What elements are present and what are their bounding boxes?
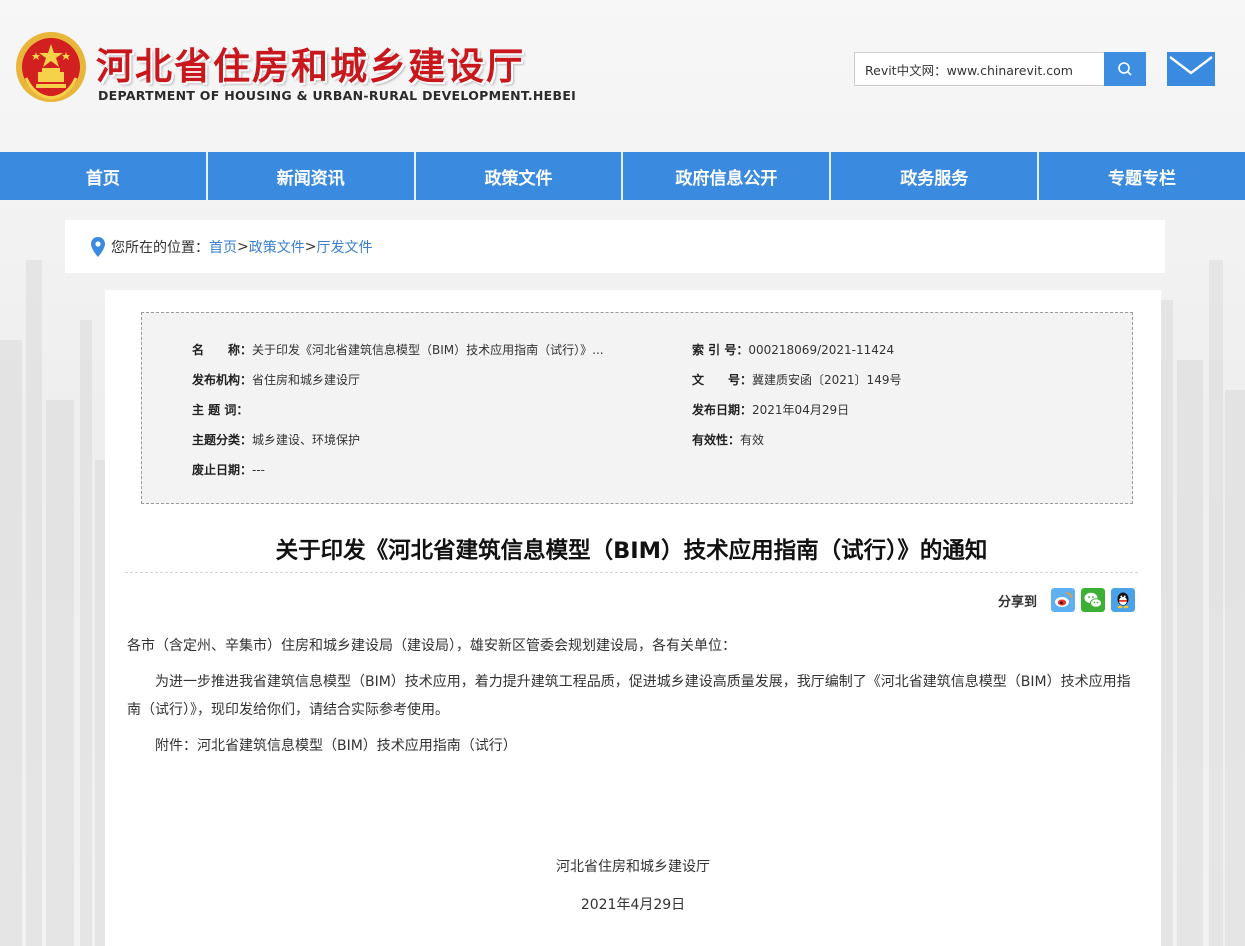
nav-item-home[interactable]: 首页: [0, 152, 208, 200]
signature-date: 2021年4月29日: [580, 897, 686, 913]
meta-index-no: 索 引 号：000218069/2021-11424: [692, 343, 895, 357]
share-bar: 分享到: [998, 588, 1135, 612]
meta-abolish-date: 废止日期：---: [192, 463, 266, 477]
breadcrumb-prefix: 您所在的位置：: [111, 239, 209, 256]
meta-doc-no: 文 号：冀建质安函〔2021〕149号: [692, 373, 902, 387]
meta-issuer: 发布机构：省住房和城乡建设厅: [192, 373, 361, 387]
meta-column-left: 名 称：关于印发《河北省建筑信息模型（BIM）技术应用指南（试行）》... 发布…: [192, 335, 632, 485]
meta-column-right: 索 引 号：000218069/2021-11424 文 号：冀建质安函〔202…: [692, 335, 1112, 455]
meta-category: 主题分类：城乡建设、环境保护: [192, 433, 361, 447]
signature-organization: 河北省住房和城乡建设厅: [556, 859, 710, 875]
article-salutation: 各市（含定州、辛集市）住房和城乡建设局（建设局），雄安新区管委会规划建设局，各有…: [127, 638, 736, 654]
search-button[interactable]: [1104, 52, 1146, 86]
weibo-icon[interactable]: [1051, 588, 1075, 612]
breadcrumb-separator: >: [237, 238, 249, 255]
qq-icon[interactable]: [1111, 588, 1135, 612]
site-title: 河北省住房和城乡建设厅: [96, 45, 525, 88]
title-divider: [125, 572, 1138, 573]
article-paragraph: 为进一步推进我省建筑信息模型（BIM）技术应用，着力提升建筑工程品质，促进城乡建…: [127, 674, 1131, 718]
meta-validity: 有效性：有效: [692, 433, 765, 447]
site-header: 河北省住房和城乡建设厅 DEPARTMENT OF HOUSING & URBA…: [0, 0, 1245, 152]
document-meta-box: 名 称：关于印发《河北省建筑信息模型（BIM）技术应用指南（试行）》... 发布…: [141, 312, 1133, 504]
article-panel: 名 称：关于印发《河北省建筑信息模型（BIM）技术应用指南（试行）》... 发布…: [105, 290, 1161, 946]
nav-item-gov-info[interactable]: 政府信息公开: [623, 152, 832, 200]
emblem-icon: [16, 32, 86, 102]
breadcrumb: 您所在的位置： 首页 > 政策文件 > 厅发文件: [65, 220, 1165, 273]
article-title: 关于印发《河北省建筑信息模型（BIM）技术应用指南（试行）》的通知: [275, 538, 988, 564]
share-label: 分享到: [997, 594, 1037, 610]
meta-publish-date: 发布日期：2021年04月29日: [692, 403, 850, 417]
nav-item-policy[interactable]: 政策文件: [416, 152, 624, 200]
nav-item-topics[interactable]: 专题专栏: [1039, 152, 1245, 200]
search-input[interactable]: [855, 53, 1104, 85]
search-box: [854, 52, 1146, 86]
nav-item-news[interactable]: 新闻资讯: [208, 152, 416, 200]
meta-name: 名 称：关于印发《河北省建筑信息模型（BIM）技术应用指南（试行）》...: [192, 343, 604, 357]
nav-item-services[interactable]: 政务服务: [831, 152, 1040, 200]
background-city-left: [0, 260, 120, 946]
breadcrumb-link-home[interactable]: 首页: [209, 237, 237, 257]
breadcrumb-link-dept-docs[interactable]: 厅发文件: [316, 237, 372, 257]
article-attachment: 附件：河北省建筑信息模型（BIM）技术应用指南（试行）: [155, 738, 517, 754]
breadcrumb-link-policy[interactable]: 政策文件: [249, 237, 305, 257]
meta-keywords: 主 题 词：: [192, 403, 249, 417]
main-nav: 首页 新闻资讯 政策文件 政府信息公开 政务服务 专题专栏: [0, 152, 1245, 200]
breadcrumb-separator: >: [304, 238, 317, 255]
article-body: 各市（含定州、辛集市）住房和城乡建设局（建设局），雄安新区管委会规划建设局，各有…: [127, 632, 1139, 760]
wechat-icon[interactable]: [1081, 588, 1105, 612]
site-subtitle: DEPARTMENT OF HOUSING & URBAN-RURAL DEVE…: [98, 88, 577, 103]
search-icon: [1118, 62, 1132, 76]
mail-icon[interactable]: [1167, 52, 1215, 86]
location-pin-icon: [91, 236, 105, 257]
